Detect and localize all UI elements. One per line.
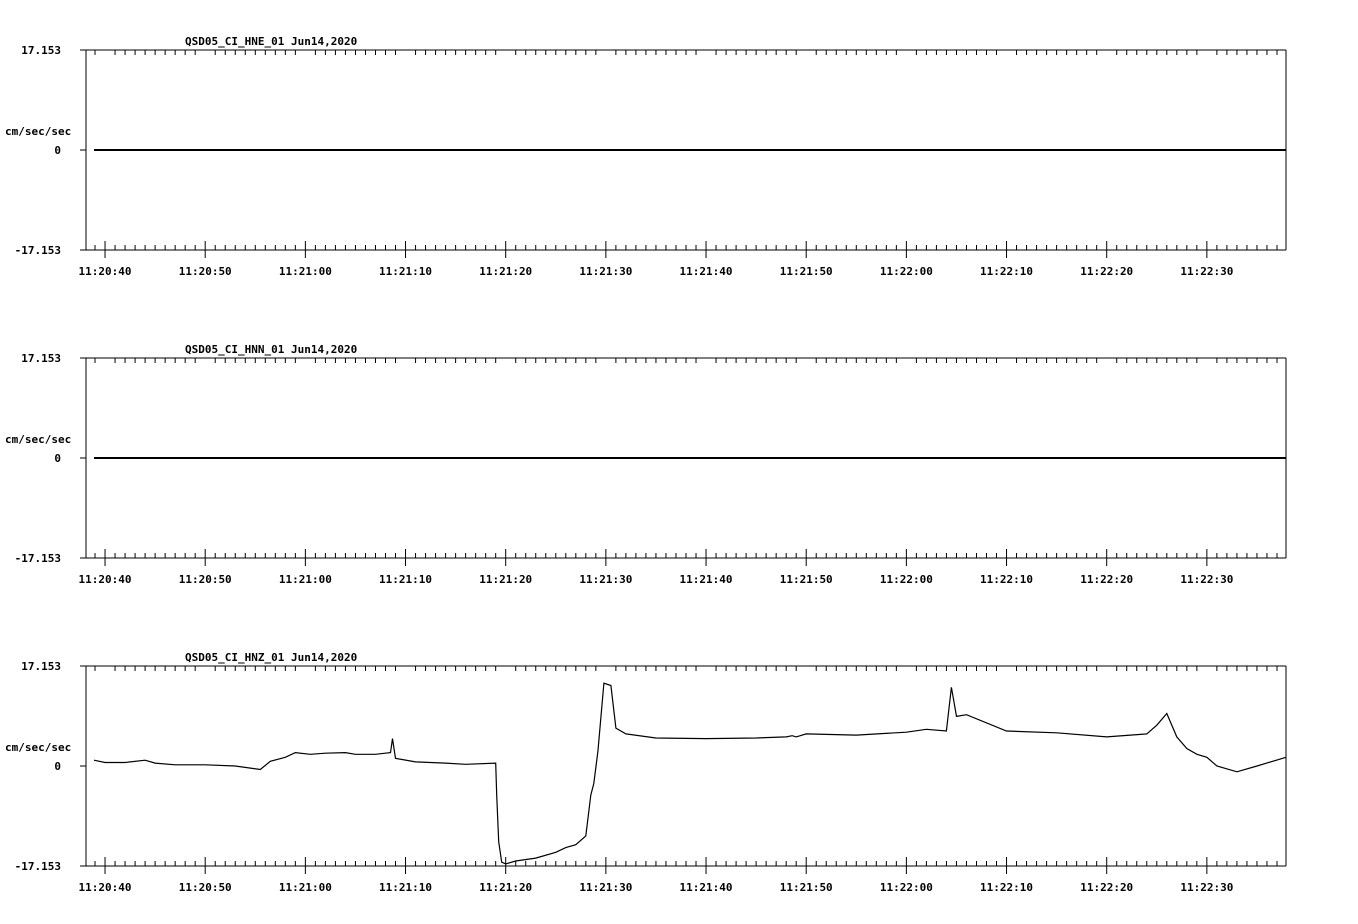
x-tick-label: 11:22:30	[1180, 265, 1233, 278]
x-tick-label: 11:22:30	[1180, 573, 1233, 586]
y-tick-label: 0	[54, 144, 61, 157]
y-axis-label: cm/sec/sec	[5, 433, 71, 446]
x-tick-label: 11:22:20	[1080, 573, 1133, 586]
x-tick-label: 11:21:10	[379, 573, 432, 586]
x-tick-label: 11:21:50	[780, 573, 833, 586]
x-tick-label: 11:22:20	[1080, 881, 1133, 894]
x-tick-label: 11:21:10	[379, 265, 432, 278]
x-tick-label: 11:22:00	[880, 265, 933, 278]
trace-line	[93, 682, 1287, 865]
y-tick-label: 17.153	[21, 660, 61, 673]
y-tick-label: 17.153	[21, 352, 61, 365]
x-tick-label: 11:20:50	[179, 881, 232, 894]
x-tick-label: 11:21:40	[680, 573, 733, 586]
x-tick-label: 11:22:10	[980, 573, 1033, 586]
x-tick-label: 11:21:50	[780, 881, 833, 894]
x-tick-label: 11:21:20	[479, 881, 532, 894]
panel-3: QSD05_CI_HNZ_01 Jun14,2020 17.153 0 -17.153…	[5, 651, 1287, 894]
x-tick-label: 11:21:30	[579, 265, 632, 278]
x-tick-label: 11:21:40	[680, 881, 733, 894]
x-tick-label: 11:22:00	[880, 881, 933, 894]
y-tick-label: 0	[54, 452, 61, 465]
y-axis-label: cm/sec/sec	[5, 125, 71, 138]
x-tick-label: 11:21:30	[579, 573, 632, 586]
x-tick-label: 11:20:40	[79, 881, 132, 894]
y-axis-label: cm/sec/sec	[5, 741, 71, 754]
x-tick-label: 11:22:00	[880, 573, 933, 586]
panel-1: QSD05_CI_HNE_01 Jun14,2020 17.153 0 -17.153…	[5, 35, 1287, 278]
y-tick-label: -17.153	[15, 244, 61, 257]
x-tick-label: 11:21:10	[379, 881, 432, 894]
x-tick-label: 11:20:40	[79, 573, 132, 586]
x-tick-label: 11:21:30	[579, 881, 632, 894]
x-tick-label: 11:20:40	[79, 265, 132, 278]
x-tick-label: 11:21:20	[479, 265, 532, 278]
x-tick-label: 11:21:20	[479, 573, 532, 586]
panel-2: QSD05_CI_HNN_01 Jun14,2020 17.153 0 -17.153…	[5, 343, 1287, 586]
y-tick-label: -17.153	[15, 552, 61, 565]
x-tick-label: 11:22:20	[1080, 265, 1133, 278]
x-tick-label: 11:21:00	[279, 265, 332, 278]
x-tick-label: 11:21:00	[279, 881, 332, 894]
x-tick-label: 11:21:40	[680, 265, 733, 278]
x-tick-label: 11:20:50	[179, 573, 232, 586]
x-tick-label: 11:21:50	[780, 265, 833, 278]
y-tick-label: 17.153	[21, 44, 61, 57]
panel-title: QSD05_CI_HNN_01 Jun14,2020	[185, 343, 357, 356]
seismogram-figure: QSD05_CI_HNE_01 Jun14,2020 17.153 0 -17.153…	[5, 35, 1287, 894]
x-tick-label: 11:22:10	[980, 265, 1033, 278]
x-tick-label: 11:22:30	[1180, 881, 1233, 894]
x-tick-label: 11:22:10	[980, 881, 1033, 894]
panel-title: QSD05_CI_HNE_01 Jun14,2020	[185, 35, 357, 48]
panel-title: QSD05_CI_HNZ_01 Jun14,2020	[185, 651, 357, 664]
x-tick-label: 11:20:50	[179, 265, 232, 278]
y-tick-label: 0	[54, 760, 61, 773]
x-tick-label: 11:21:00	[279, 573, 332, 586]
y-tick-label: -17.153	[15, 860, 61, 873]
